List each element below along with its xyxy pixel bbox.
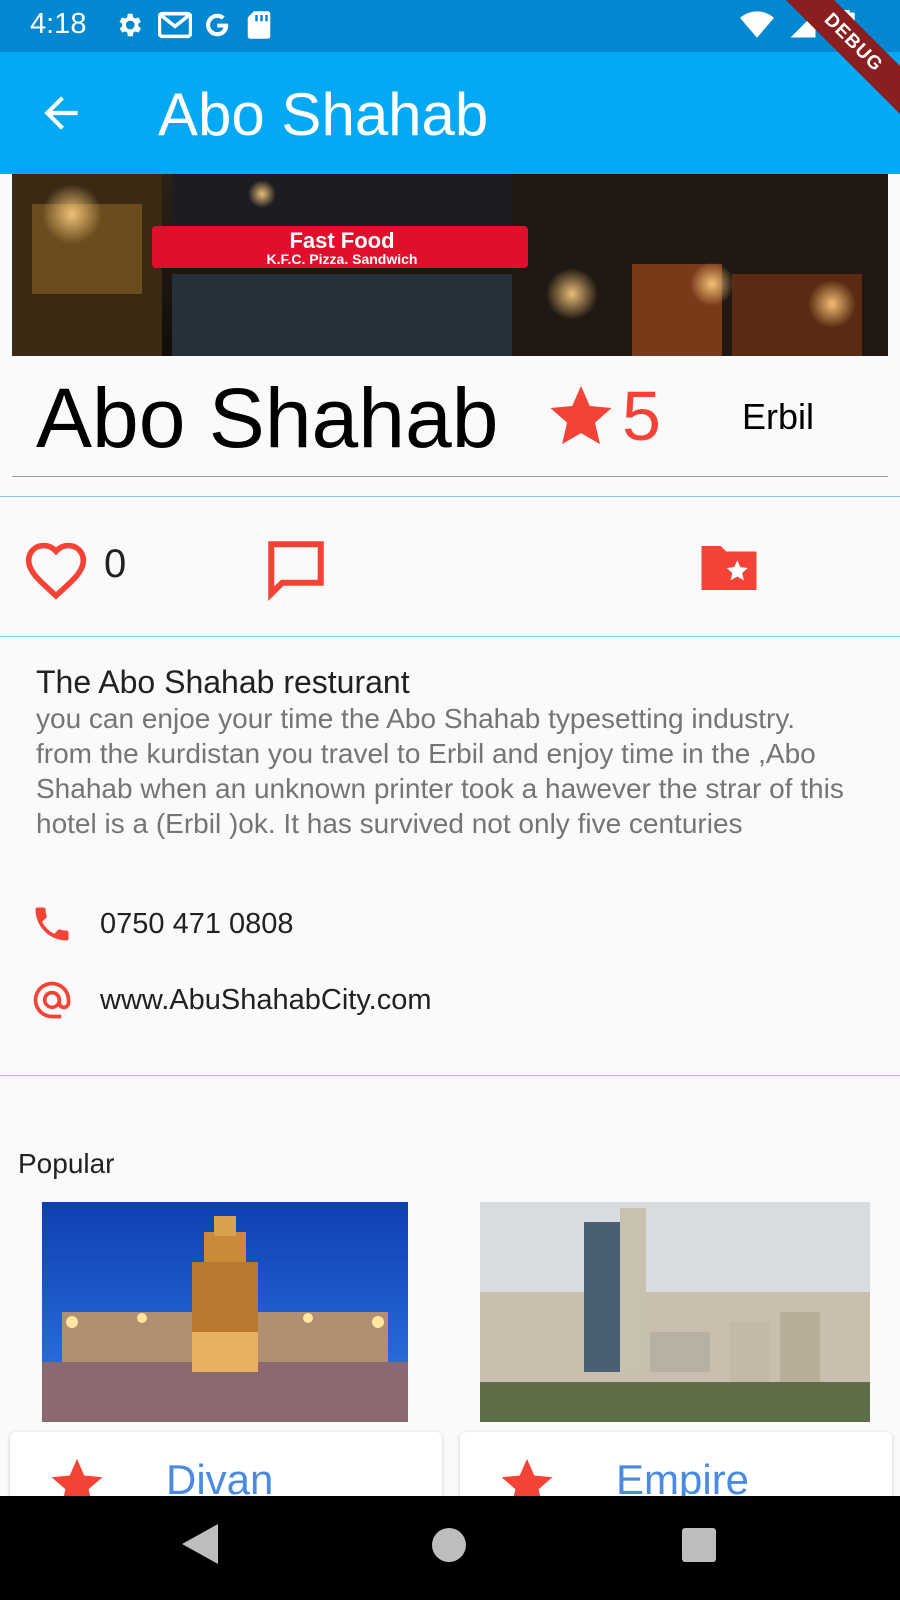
divider: [0, 1075, 900, 1076]
website-link: www.AbuShahabCity.com: [100, 983, 432, 1016]
sd-card-icon: [246, 10, 276, 40]
system-nav-bar: [0, 1496, 900, 1600]
hero-image: Fast Food K.F.C. Pizza. Sandwich: [12, 174, 888, 356]
divider: [0, 636, 900, 637]
heart-outline-icon[interactable]: [22, 538, 90, 600]
rating-value: 5: [622, 377, 661, 455]
status-icons-left: [114, 10, 276, 40]
place-title: Abo Shahab: [36, 371, 499, 465]
popular-label: Popular: [18, 1148, 115, 1179]
like-count: 0: [104, 542, 127, 586]
wifi-icon: [740, 10, 774, 40]
city-label: Erbil: [742, 396, 815, 437]
comment-icon[interactable]: [262, 536, 330, 602]
website-row[interactable]: www.AbuShahabCity.com: [30, 978, 432, 1022]
phone-row[interactable]: 0750 471 0808: [30, 902, 294, 946]
popular-card-image-divan[interactable]: [42, 1202, 408, 1422]
app-bar: Abo Shahab: [0, 52, 900, 174]
title-underline: [12, 476, 888, 477]
description-body: you can enjoe your time the Abo Shahab t…: [36, 703, 844, 839]
status-time: 4:18: [30, 8, 87, 40]
settings-icon: [114, 10, 144, 40]
popular-card-image-empire[interactable]: [480, 1202, 870, 1422]
status-bar: 4:18: [0, 0, 900, 52]
phone-number: 0750 471 0808: [100, 907, 294, 940]
description-title: The Abo Shahab resturant: [36, 664, 410, 700]
back-button[interactable]: [36, 88, 86, 138]
description-section: The Abo Shahab resturant you can enjoe y…: [36, 662, 856, 841]
hero-sign-text: Fast Food: [289, 228, 394, 253]
nav-recents-icon[interactable]: [682, 1528, 716, 1562]
google-icon: [202, 10, 232, 40]
at-sign-icon: [33, 981, 71, 1019]
phone-icon: [35, 907, 69, 941]
divider: [0, 496, 900, 497]
gmail-icon: [157, 10, 193, 40]
nav-home-icon[interactable]: [432, 1528, 466, 1562]
star-icon: [550, 385, 612, 445]
nav-back-icon[interactable]: [182, 1524, 218, 1564]
app-title: Abo Shahab: [158, 81, 489, 148]
hero-sign-subtext: K.F.C. Pizza. Sandwich: [267, 251, 418, 267]
title-row: Abo Shahab 5 Erbil: [0, 356, 900, 480]
folder-star-icon[interactable]: [696, 540, 762, 596]
arrow-back-icon: [44, 96, 78, 130]
action-row: 0: [0, 498, 900, 636]
